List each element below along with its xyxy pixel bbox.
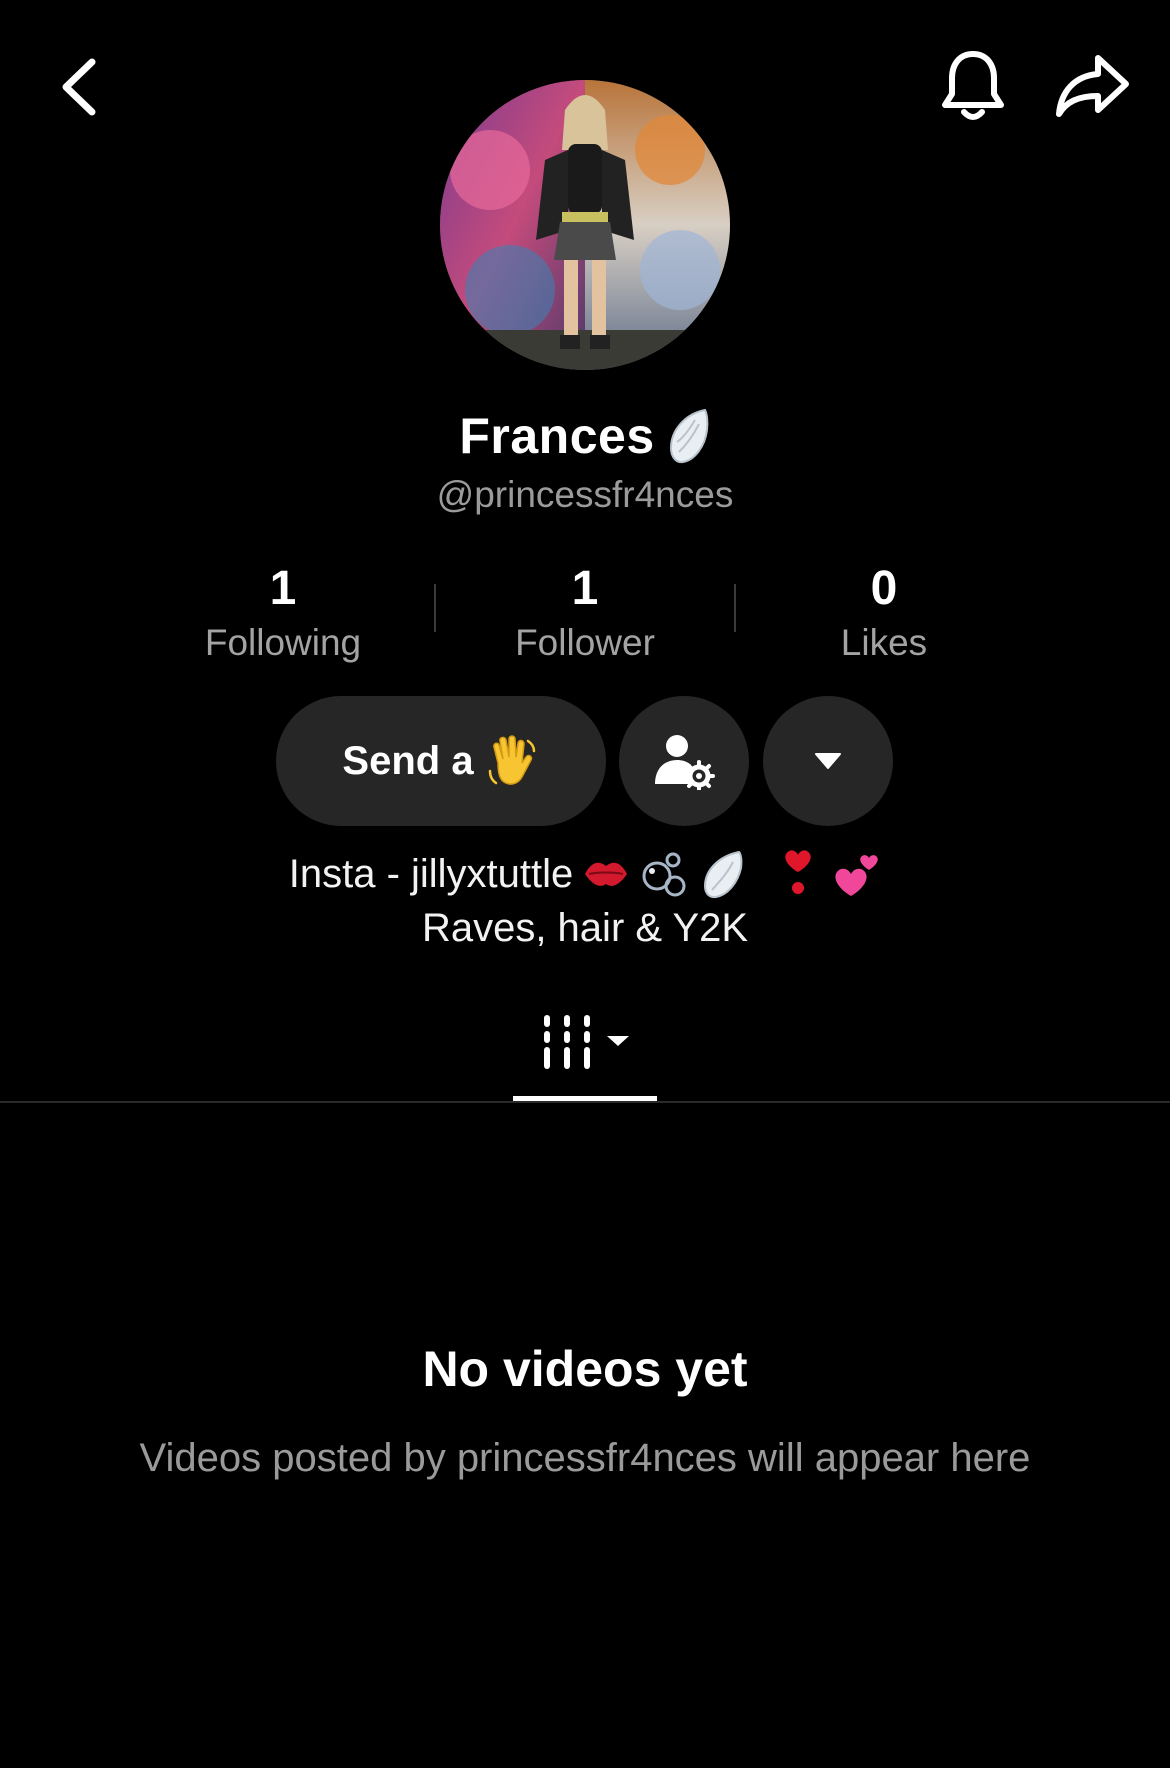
- tab-videos[interactable]: [513, 1000, 657, 1100]
- send-wave-button[interactable]: Send a: [276, 696, 606, 826]
- avatar[interactable]: [440, 80, 730, 370]
- kiss-mark-icon: [585, 862, 628, 886]
- share-arrow-icon: [1056, 55, 1129, 117]
- wing-icon: [704, 850, 743, 899]
- stat-likes[interactable]: 0 Likes: [744, 560, 1024, 668]
- friend-settings-button[interactable]: [619, 696, 749, 826]
- stat-followers-label: Follower: [515, 622, 655, 663]
- stat-following-value: 1: [269, 562, 297, 615]
- person-gear-icon: [655, 735, 715, 790]
- chevron-left-icon: [62, 58, 96, 116]
- stat-likes-label: Likes: [840, 622, 928, 663]
- stat-likes-value: 0: [870, 562, 898, 615]
- tab-divider: [0, 1101, 1170, 1103]
- two-hearts-icon: [835, 855, 879, 896]
- share-button[interactable]: [1054, 50, 1132, 122]
- notifications-bell-button[interactable]: [938, 48, 1008, 126]
- bubbles-icon: [642, 852, 686, 897]
- waving-hand-icon: [488, 735, 535, 785]
- grid-lines-icon: [544, 1015, 629, 1069]
- bio-text-1: Insta - jillyxtuttle: [288, 851, 574, 896]
- bio-line-2: Raves, hair & Y2K: [421, 906, 749, 950]
- caret-down-icon: [815, 753, 841, 769]
- stat-followers-value: 1: [571, 562, 599, 615]
- empty-state-title: No videos yet: [422, 1341, 748, 1397]
- stat-followers[interactable]: 1 Follower: [445, 560, 725, 668]
- stat-following[interactable]: 1 Following: [143, 560, 423, 668]
- heart-exclamation-icon: [785, 850, 811, 894]
- display-name: Frances: [459, 408, 655, 464]
- send-wave-label: Send a: [342, 738, 474, 783]
- wing-icon: [669, 408, 709, 464]
- stat-divider: [434, 584, 436, 632]
- name-row: Frances: [0, 404, 1170, 468]
- bio-line-1: Insta - jillyxtuttle: [0, 848, 1170, 900]
- avatar-photo: [440, 80, 730, 370]
- empty-state-subtitle: Videos posted by princessfr4nces will ap…: [139, 1436, 1031, 1480]
- stat-following-label: Following: [204, 622, 362, 663]
- more-options-button[interactable]: [763, 696, 893, 826]
- stat-divider: [734, 584, 736, 632]
- back-button[interactable]: [52, 50, 112, 120]
- username-handle: @princessfr4nces: [436, 474, 734, 515]
- bell-icon: [942, 51, 1004, 120]
